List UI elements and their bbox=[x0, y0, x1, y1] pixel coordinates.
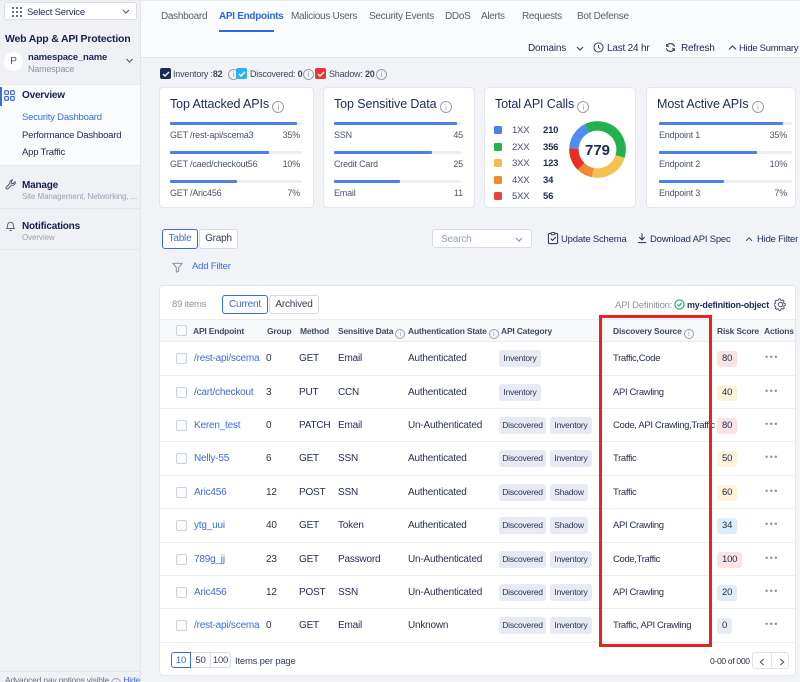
svg-text:779: 779 bbox=[585, 142, 610, 159]
